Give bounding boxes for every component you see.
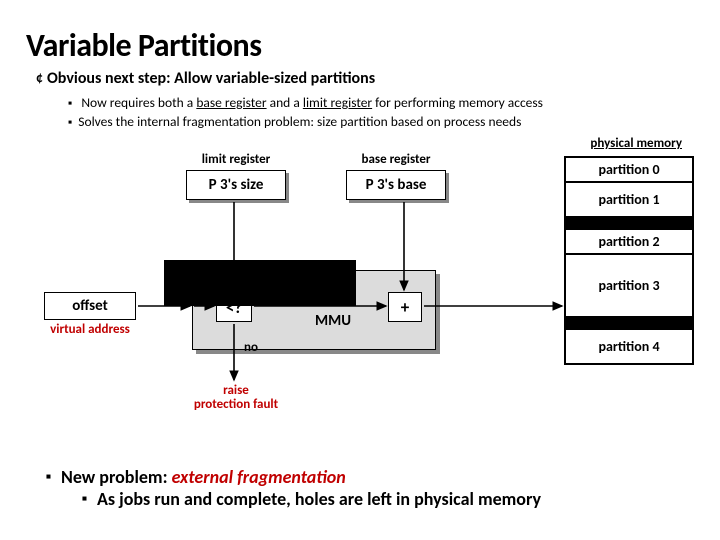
memory-gap-2 [566,316,692,328]
footer-line-2: ▪As jobs run and complete, holes are lef… [82,488,541,510]
raise-fault-label: raise protection fault [186,384,286,413]
plus-operator-box: + [388,292,422,322]
physical-memory-heading: physical memory [590,136,682,151]
no-label: no [244,340,258,355]
square-bullet-icon: ▪ [46,468,51,485]
partition-1: partition 1 [566,181,692,216]
footer-bullets: ▪New problem: external fragmentation ▪As… [46,466,541,510]
offset-box: offset [44,292,136,320]
base-register-label: base register [346,152,446,167]
partition-3: partition 3 [566,253,692,316]
physical-memory-column: partition 0 partition 1 partition 2 part… [564,156,694,365]
p3-base-box: P 3's base [346,170,446,200]
partition-0: partition 0 [566,158,692,181]
yes-label: yes [268,288,286,303]
sub-bullet-1: Now requires both a base register and a … [68,94,694,111]
mmu-label: MMU [308,312,358,330]
footer-line-1: ▪New problem: external fragmentation [46,466,541,488]
p3-size-box: P 3's size [186,170,286,200]
sub-bullet-2: Solves the internal fragmentation proble… [68,113,694,130]
main-bullet: ¢Obvious next step: Allow variable-sized… [36,69,694,88]
partition-2: partition 2 [566,228,692,253]
diagram-area: physical memory limit register base regi… [26,140,694,450]
virtual-address-label: virtual address [44,322,136,337]
lt-operator-box: <? [216,292,252,322]
square-bullet-icon: ▪ [82,490,87,507]
partition-4: partition 4 [566,328,692,363]
slide-title: Variable Partitions [26,26,694,65]
memory-gap-1 [566,216,692,228]
main-bullet-text: Obvious next step: Allow variable-sized … [47,69,375,88]
circle-bullet-icon: ¢ [36,69,43,86]
external-fragmentation-text: external fragmentation [172,466,346,488]
sub-bullet-list: Now requires both a base register and a … [68,94,694,130]
limit-register-label: limit register [186,152,286,167]
